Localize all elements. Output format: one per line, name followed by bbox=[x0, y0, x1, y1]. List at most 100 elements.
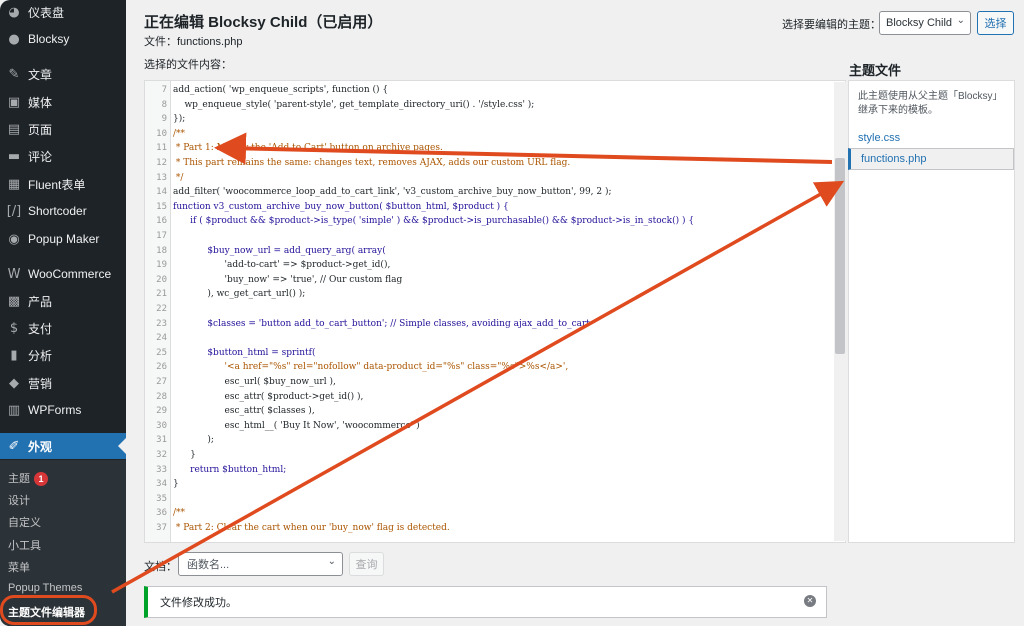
line-number: 11 bbox=[156, 143, 167, 154]
submenu-item-6[interactable]: Popup Themes bbox=[8, 582, 82, 594]
sidebar-item-5[interactable]: ▤ 页面 bbox=[0, 116, 126, 142]
line-number: 27 bbox=[156, 377, 167, 387]
update-count-badge: 1 bbox=[34, 472, 48, 486]
lookup-button[interactable]: 查询 bbox=[349, 552, 384, 576]
code-line: 26 '<a href="%s" rel="nofollow" data-pro… bbox=[145, 360, 845, 375]
dismiss-notice-icon[interactable]: ✕ bbox=[804, 595, 816, 607]
line-text: * Part 2: Clear the cart when our 'buy_n… bbox=[173, 523, 450, 533]
line-text: 'add-to-cart' => $product->get_id(), bbox=[173, 260, 391, 271]
submenu-item-1[interactable]: 主题 1 bbox=[8, 470, 48, 486]
line-text: 'buy_now' => 'true', // Our custom flag bbox=[173, 274, 403, 285]
line-text: add_action( 'wp_enqueue_scripts', functi… bbox=[173, 85, 389, 95]
submenu-item-2[interactable]: 设计 bbox=[8, 492, 30, 508]
file-link-style-css[interactable]: style.css bbox=[858, 132, 900, 144]
line-number: 33 bbox=[156, 464, 167, 475]
editor-scrollbar-thumb[interactable] bbox=[835, 158, 845, 354]
sidebar-item-label: 营销 bbox=[28, 376, 53, 391]
code-line: 7 add_action( 'wp_enqueue_scripts', funct… bbox=[145, 83, 845, 98]
select-theme-button[interactable]: 选择 bbox=[977, 11, 1014, 35]
line-text: * This part remains the same: changes te… bbox=[173, 158, 571, 168]
line-text: function v3_custom_archive_buy_now_butto… bbox=[173, 201, 509, 212]
code-line: 20 'buy_now' => 'true', // Our custom fl… bbox=[145, 273, 845, 288]
line-text: }); bbox=[173, 114, 186, 125]
line-text: esc_url( $buy_now_url ), bbox=[173, 377, 336, 387]
sidebar-item-13[interactable]: ▮ 分析 bbox=[0, 342, 126, 368]
sidebar-item-8[interactable]: [/] Shortcoder bbox=[0, 198, 126, 224]
analytics-icon: ▮ bbox=[10, 347, 18, 363]
line-text: if ( $product && $product->is_type( 'sim… bbox=[173, 216, 695, 227]
line-number: 14 bbox=[156, 187, 167, 198]
sidebar-item-label: WooCommerce bbox=[28, 267, 112, 281]
code-line: 10 /** bbox=[145, 127, 845, 142]
code-line: 37 * Part 2: Clear the cart when our 'bu… bbox=[145, 521, 845, 536]
chevron-down-icon: ⌄ bbox=[327, 556, 336, 567]
sidebar-item-label: 支付 bbox=[28, 321, 53, 336]
code-line: 13 */ bbox=[145, 171, 845, 186]
code-editor[interactable]: 7 add_action( 'wp_enqueue_scripts', funct… bbox=[144, 80, 846, 543]
code-line: 34} bbox=[145, 477, 845, 492]
line-text: */ bbox=[173, 172, 184, 183]
line-number: 9 bbox=[161, 114, 167, 125]
sidebar-item-12[interactable]: $ 支付 bbox=[0, 315, 126, 341]
code-line: 22 bbox=[145, 302, 845, 317]
code-line: 24 bbox=[145, 331, 845, 346]
sidebar-item-7[interactable]: ▦ Fluent表单 bbox=[0, 171, 126, 197]
line-text: return $button_html; bbox=[173, 464, 287, 475]
submenu-item-3[interactable]: 自定义 bbox=[8, 514, 41, 530]
line-number: 18 bbox=[156, 245, 167, 256]
sidebar-item-6[interactable]: ▬ 评论 bbox=[0, 143, 126, 169]
sidebar-item-9[interactable]: ◉ Popup Maker bbox=[0, 226, 126, 252]
line-number: 10 bbox=[156, 128, 167, 139]
line-text: /** bbox=[173, 128, 186, 139]
sidebar-item-4[interactable]: ▣ 媒体 bbox=[0, 89, 126, 115]
sidebar-item-label: Blocksy bbox=[28, 32, 70, 46]
blocksy-icon: ● bbox=[8, 31, 20, 47]
sidebar-item-label: 分析 bbox=[28, 348, 53, 363]
function-name-select[interactable]: 函数名... ⌄ bbox=[178, 552, 343, 576]
sidebar-item-2[interactable]: ● Blocksy bbox=[0, 26, 126, 52]
line-number: 28 bbox=[156, 391, 167, 402]
theme-select[interactable]: Blocksy Child ⌄ bbox=[879, 11, 971, 35]
documentation-label: 文档： bbox=[144, 561, 177, 573]
sidebar-item-1[interactable]: ◕ 仪表盘 bbox=[0, 0, 126, 25]
line-number: 22 bbox=[156, 304, 167, 314]
line-text: add_filter( 'woocommerce_loop_add_to_car… bbox=[173, 187, 612, 198]
line-number: 15 bbox=[156, 201, 167, 212]
page-title: 正在编辑 Blocksy Child（已启用） bbox=[144, 14, 383, 31]
file-link-functions-php[interactable]: functions.php bbox=[848, 148, 1014, 170]
sidebar-item-15[interactable]: ▥ WPForms bbox=[0, 397, 126, 423]
line-number: 32 bbox=[156, 450, 167, 460]
code-line: 19 'add-to-cart' => $product->get_id(), bbox=[145, 258, 845, 273]
sidebar-item-10[interactable]: W WooCommerce bbox=[0, 261, 126, 287]
submenu-item-label: 自定义 bbox=[8, 517, 41, 529]
line-text: wp_enqueue_style( 'parent-style', get_te… bbox=[173, 99, 535, 110]
line-number: 23 bbox=[156, 318, 167, 329]
sidebar-item-label: Fluent表单 bbox=[28, 177, 86, 192]
dashboard-icon: ◕ bbox=[8, 4, 20, 20]
theme-files-title: 主题文件 bbox=[849, 63, 902, 78]
line-number: 21 bbox=[156, 289, 167, 300]
submenu-item-label: Popup Themes bbox=[8, 582, 83, 594]
code-line: 9}); bbox=[145, 112, 845, 127]
line-number: 16 bbox=[156, 216, 167, 227]
woocommerce-icon: W bbox=[7, 266, 21, 282]
line-text: $classes = 'button add_to_cart_button'; … bbox=[173, 318, 590, 329]
sidebar-item-11[interactable]: ▩ 产品 bbox=[0, 288, 126, 314]
comment-icon: ▬ bbox=[7, 148, 21, 164]
sidebar-item-label: 外观 bbox=[28, 439, 53, 454]
sidebar-item-label: 仪表盘 bbox=[28, 5, 65, 20]
submenu-item-4[interactable]: 小工具 bbox=[8, 537, 41, 553]
submenu-item-5[interactable]: 菜单 bbox=[8, 559, 30, 575]
sidebar-item-16[interactable]: ✐ 外观 bbox=[0, 433, 126, 459]
line-number: 7 bbox=[161, 85, 167, 95]
line-number: 20 bbox=[156, 274, 167, 285]
submenu-item-label: 主题 bbox=[8, 473, 30, 485]
sidebar-item-14[interactable]: ◆ 营销 bbox=[0, 370, 126, 396]
line-text: esc_attr( $classes ), bbox=[173, 406, 315, 417]
sidebar-item-label: 评论 bbox=[28, 149, 53, 164]
code-line: 14 add_filter( 'woocommerce_loop_add_to_c… bbox=[145, 185, 845, 200]
code-line: 27 esc_url( $buy_now_url ), bbox=[145, 375, 845, 390]
code-line: 35 bbox=[145, 492, 845, 507]
sidebar-item-3[interactable]: ✎ 文章 bbox=[0, 61, 126, 87]
sidebar-item-label: 文章 bbox=[28, 67, 53, 82]
